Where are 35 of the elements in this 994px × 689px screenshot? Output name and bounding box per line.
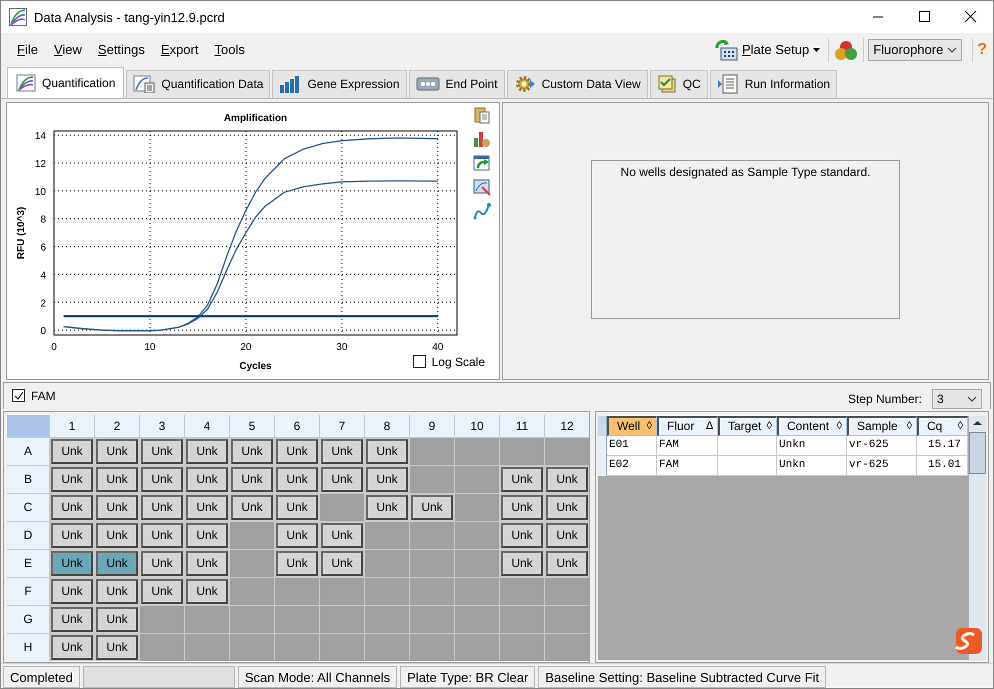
status-panel: Baseline Setting: Baseline Subtracted Curve Fit xyxy=(538,666,826,688)
step-number-label: Step Number: xyxy=(848,392,922,406)
log-scale-label: Log Scale xyxy=(432,354,485,369)
x-axis-label: Cycles xyxy=(239,360,272,372)
table-cell: FAM xyxy=(657,456,718,476)
status-panel: Scan Mode: All Channels xyxy=(238,666,398,688)
table-cell: 15.17 xyxy=(917,436,968,456)
y-tick-label: 2 xyxy=(40,298,46,310)
table-cell: vr-625 xyxy=(847,436,917,456)
x-tick-label: 0 xyxy=(51,342,57,353)
y-tick-label: 14 xyxy=(34,131,46,142)
fam-label: FAM xyxy=(31,388,56,403)
y-tick-label: 10 xyxy=(34,186,46,198)
status-panel: Completed xyxy=(3,666,80,688)
chart-title: Amplification xyxy=(224,112,288,124)
y-tick-label: 4 xyxy=(40,270,46,282)
table-cell: E02 xyxy=(607,456,657,476)
window-title: Data Analysis - tang-yin12.9.pcrd xyxy=(34,10,226,24)
y-axis-label: RFU (10^3) xyxy=(16,206,27,260)
y-tick-label: 8 xyxy=(40,214,46,226)
table-cell: E01 xyxy=(607,436,657,456)
table-cell: 15.01 xyxy=(917,456,968,476)
x-tick-label: 10 xyxy=(144,342,156,353)
standard-message: No wells designated as Sample Type standard. xyxy=(620,164,870,179)
y-tick-label: 12 xyxy=(34,158,46,170)
table-cell: FAM xyxy=(657,436,718,456)
table-cell: Unkn xyxy=(777,456,847,476)
x-tick-label: 20 xyxy=(240,342,252,353)
y-tick-label: 0 xyxy=(40,326,46,338)
x-tick-label: 30 xyxy=(336,342,348,353)
x-tick-label: 40 xyxy=(432,342,444,353)
y-tick-label: 6 xyxy=(40,242,46,254)
table-cell: vr-625 xyxy=(847,456,917,476)
table-cell: Unkn xyxy=(777,436,847,456)
status-panel: Plate Type: BR Clear xyxy=(400,666,536,688)
